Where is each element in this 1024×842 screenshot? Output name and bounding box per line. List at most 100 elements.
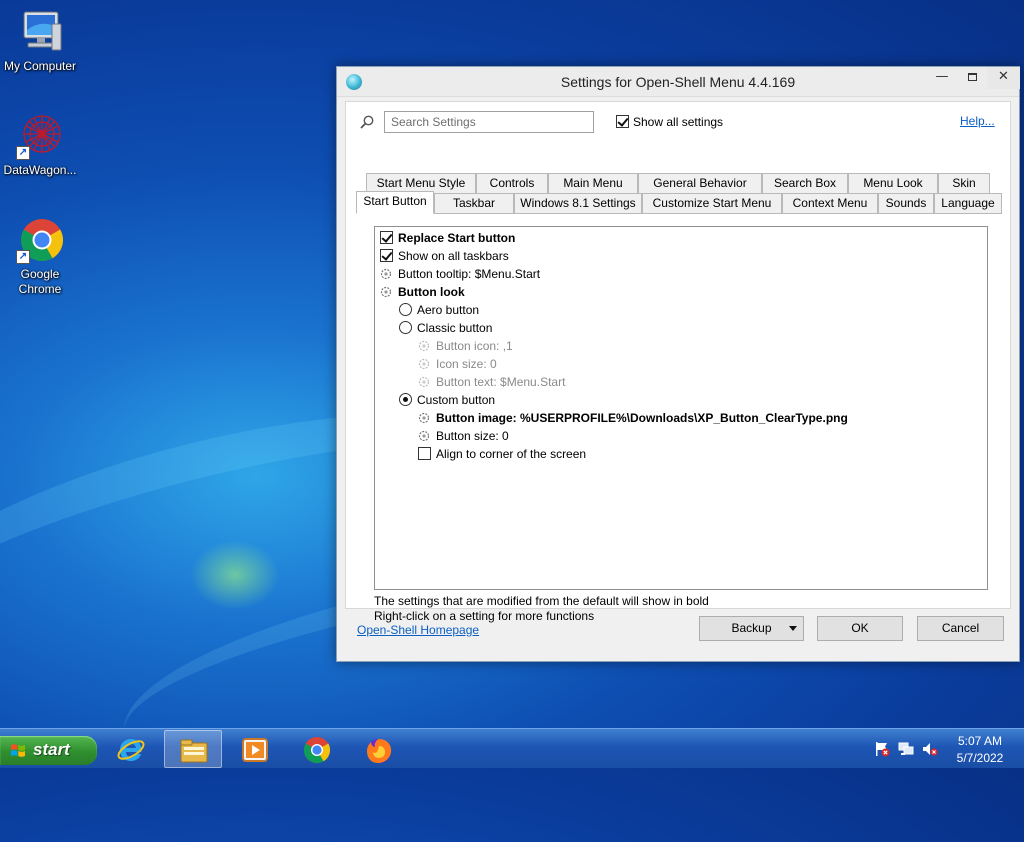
settings-panel: Show all settings Help... Start Menu Sty…	[345, 101, 1011, 623]
tab-sounds[interactable]: Sounds	[878, 193, 934, 214]
taskbar-firefox[interactable]	[350, 730, 408, 768]
minimize-button[interactable]: —	[927, 67, 957, 89]
wallpaper-glow	[190, 540, 280, 610]
tab-start-button[interactable]: Start Button	[356, 191, 434, 214]
file-explorer-icon	[180, 739, 208, 763]
tab-menu-look[interactable]: Menu Look	[848, 173, 938, 194]
cancel-button[interactable]: Cancel	[917, 616, 1004, 641]
taskbar-media-player[interactable]	[226, 730, 284, 768]
checkbox-box	[380, 249, 393, 263]
desktop-icon-my-computer[interactable]: My Computer	[0, 8, 80, 74]
taskbar-internet-explorer[interactable]	[102, 730, 160, 768]
gear-icon	[380, 268, 392, 279]
gear-icon	[418, 358, 430, 369]
hint-text-right-click: Right-click on a setting for more functi…	[374, 609, 595, 623]
setting-label: Button tooltip: $Menu.Start	[398, 266, 541, 281]
setting-aero-button[interactable]: Aero button	[399, 300, 479, 318]
taskbar-chrome[interactable]	[288, 730, 346, 768]
gear-icon	[418, 412, 430, 423]
setting-label: Show on all taskbars	[398, 248, 509, 263]
search-input[interactable]	[384, 111, 594, 133]
settings-list[interactable]: Replace Start button Show on all taskbar…	[374, 226, 988, 590]
setting-show-on-all-taskbars[interactable]: Show on all taskbars	[380, 246, 509, 264]
gear-icon	[418, 430, 430, 441]
setting-label: Align to corner of the screen	[436, 446, 587, 461]
start-label: start	[33, 740, 70, 759]
ok-button[interactable]: OK	[817, 616, 903, 641]
tab-skin[interactable]: Skin	[938, 173, 990, 194]
tab-context-menu[interactable]: Context Menu	[782, 193, 878, 214]
tab-controls[interactable]: Controls	[476, 173, 548, 194]
volume-muted-icon[interactable]	[922, 741, 938, 757]
tab-language[interactable]: Language	[934, 193, 1002, 214]
tab-main-menu[interactable]: Main Menu	[548, 173, 638, 194]
internet-explorer-icon	[117, 739, 145, 761]
setting-label: Button size: 0	[436, 428, 509, 443]
checkbox-box	[616, 115, 629, 129]
start-button[interactable]: start	[0, 736, 97, 765]
setting-classic-button[interactable]: Classic button	[399, 318, 492, 336]
search-icon	[360, 115, 374, 129]
clock-time: 5:07 AM	[957, 734, 1003, 748]
setting-icon-size[interactable]: Icon size: 0	[417, 354, 497, 372]
tab-customize-start-menu[interactable]: Customize Start Menu	[642, 193, 782, 214]
desktop-icon-google-chrome[interactable]: ↗ Google Chrome	[0, 216, 80, 297]
open-shell-homepage-link[interactable]: Open-Shell Homepage	[357, 623, 479, 637]
gear-icon	[380, 286, 392, 297]
desktop-icon-label: Google Chrome	[18, 267, 62, 296]
system-clock[interactable]: 5:07 AM 5/7/2022	[940, 733, 1020, 767]
gear-icon	[418, 376, 430, 387]
taskbar: start	[0, 728, 1024, 768]
close-button[interactable]: ✕	[987, 67, 1020, 89]
backup-button[interactable]: Backup	[699, 616, 804, 641]
tab-windows-81-settings[interactable]: Windows 8.1 Settings	[514, 193, 642, 214]
tab-general-behavior[interactable]: General Behavior	[638, 173, 762, 194]
help-link[interactable]: Help...	[960, 114, 995, 128]
setting-label: Button icon: ,1	[436, 338, 513, 353]
setting-button-look[interactable]: Button look	[379, 282, 465, 300]
datawagon-icon: ↗	[16, 112, 64, 160]
action-center-flag-icon[interactable]	[874, 741, 890, 757]
backup-label: Backup	[731, 621, 772, 635]
tab-taskbar[interactable]: Taskbar	[434, 193, 514, 214]
hint-text-bold: The settings that are modified from the …	[374, 594, 709, 608]
tab-search-box[interactable]: Search Box	[762, 173, 848, 194]
setting-align-to-corner[interactable]: Align to corner of the screen	[418, 444, 586, 462]
windows-flag-icon	[11, 744, 25, 757]
setting-label: Replace Start button	[398, 230, 516, 245]
setting-button-text[interactable]: Button text: $Menu.Start	[417, 372, 565, 390]
setting-custom-button[interactable]: Custom button	[399, 390, 495, 408]
setting-button-icon[interactable]: Button icon: ,1	[417, 336, 513, 354]
chrome-icon: ↗	[16, 216, 64, 264]
checkbox-box	[380, 231, 393, 245]
radio-button	[399, 321, 412, 335]
radio-button	[399, 303, 412, 317]
desktop-icon-label: DataWagon...	[3, 163, 77, 177]
network-icon[interactable]	[898, 741, 914, 757]
setting-label: Aero button	[417, 302, 480, 317]
setting-replace-start-button[interactable]: Replace Start button	[380, 228, 515, 246]
shortcut-arrow-icon: ↗	[16, 146, 30, 160]
media-player-icon	[242, 738, 268, 762]
taskbar-file-explorer[interactable]	[164, 730, 222, 768]
setting-button-tooltip[interactable]: Button tooltip: $Menu.Start	[379, 264, 540, 282]
maximize-button[interactable]	[957, 67, 987, 89]
setting-label: Button text: $Menu.Start	[436, 374, 566, 389]
desktop-icon-label: My Computer	[3, 59, 77, 73]
desktop-icon-datawagon[interactable]: ↗ DataWagon...	[0, 112, 80, 178]
setting-label: Custom button	[417, 392, 496, 407]
setting-button-size[interactable]: Button size: 0	[417, 426, 509, 444]
title-bar[interactable]: Settings for Open-Shell Menu 4.4.169 — ✕	[337, 67, 1020, 97]
show-all-label: Show all settings	[633, 114, 724, 129]
checkbox-box	[418, 447, 431, 461]
show-all-settings-checkbox[interactable]: Show all settings	[616, 114, 723, 129]
dropdown-arrow-icon	[789, 626, 797, 631]
setting-label: Classic button	[417, 320, 493, 335]
radio-button	[399, 393, 412, 407]
window-title: Settings for Open-Shell Menu 4.4.169	[560, 74, 796, 90]
computer-icon	[16, 8, 64, 56]
gear-icon	[418, 340, 430, 351]
clock-date: 5/7/2022	[956, 751, 1004, 765]
setting-button-image[interactable]: Button image: %USERPROFILE%\Downloads\XP…	[417, 408, 848, 426]
shortcut-arrow-icon: ↗	[16, 250, 30, 264]
